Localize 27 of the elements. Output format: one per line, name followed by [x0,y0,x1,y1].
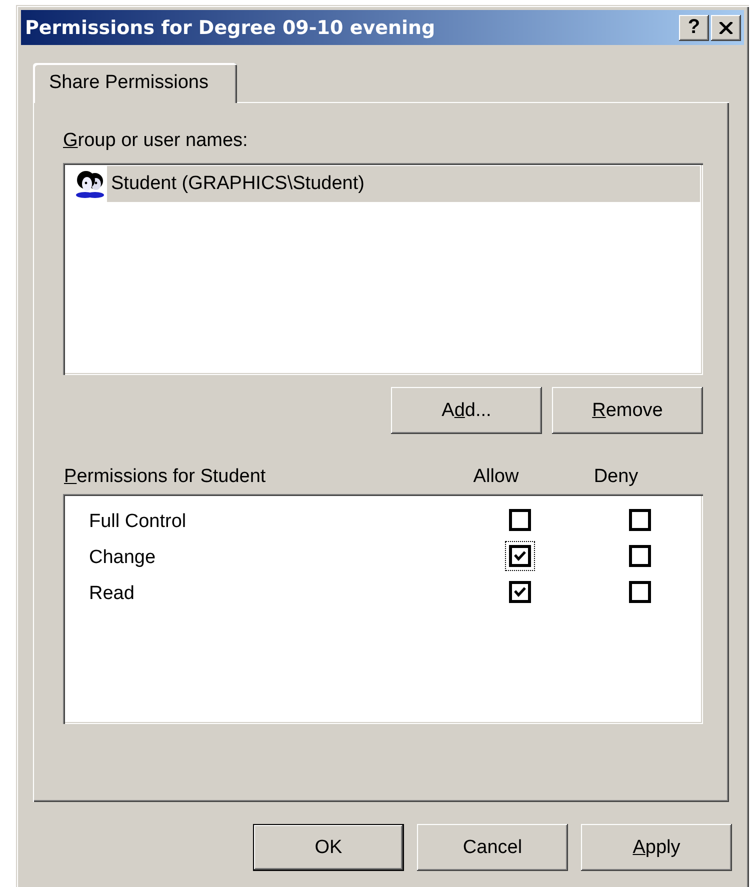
list-item[interactable]: Student (GRAPHICS\Student) [107,166,700,202]
permission-name: Change [89,547,157,569]
permission-name: Read [89,583,136,605]
close-button[interactable] [711,14,741,40]
button[interactable]: OK [253,824,404,871]
check-icon [514,550,526,562]
tab[interactable]: Share Permissions [33,63,237,103]
permissions-label: Permissions for Student [64,466,267,488]
checkbox[interactable] [629,581,651,603]
window-title: Permissions for Degree 09-10 evening [25,16,436,38]
group-list-label: Group or user names: [63,130,249,153]
checkbox[interactable] [629,545,651,567]
close-icon [719,22,733,34]
button[interactable]: Add... [391,387,542,434]
help-button[interactable]: ? [679,14,709,40]
user-group-icon [75,169,107,199]
button[interactable]: Cancel [417,824,568,871]
column-header: Deny [592,466,640,488]
check-icon [514,586,526,598]
checkbox[interactable] [509,581,531,603]
checkbox[interactable] [509,509,531,531]
column-header: Allow [472,466,520,488]
button[interactable]: Remove [552,387,703,434]
permission-name: Full Control [89,511,188,533]
button[interactable]: Apply [581,824,732,871]
group-list[interactable]: Student (GRAPHICS\Student) [63,163,703,375]
checkbox[interactable] [629,509,651,531]
